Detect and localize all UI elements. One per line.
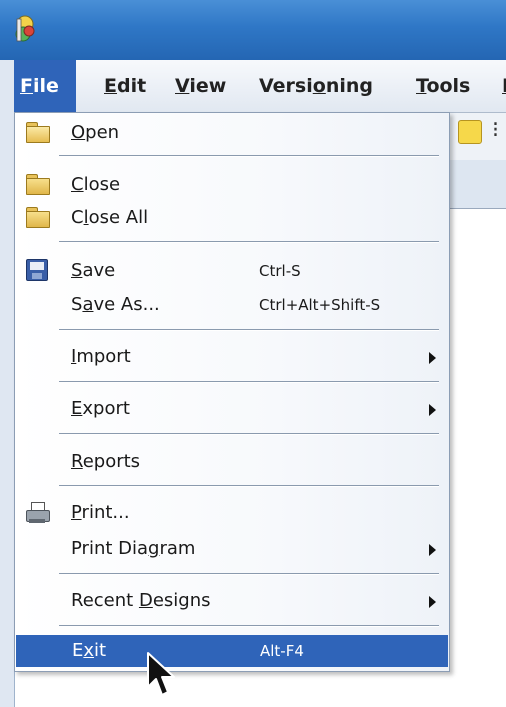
folder-icon: [25, 173, 51, 197]
printer-icon: [25, 501, 51, 525]
title-bar: [0, 0, 506, 60]
toolbar-separator-icon: ⁝: [492, 118, 499, 143]
menu-bar: File Edit View Versioning Tools H: [14, 60, 506, 113]
menu-edit[interactable]: Edit: [96, 60, 154, 112]
menu-item-save-as[interactable]: Save As... Ctrl+Alt+Shift-S: [15, 289, 449, 321]
submenu-arrow-icon: [429, 596, 436, 608]
folder-open-icon: [25, 121, 51, 145]
file-menu-dropdown: Open Close Close All Save Ctrl-S Save As…: [14, 112, 450, 672]
menu-item-save[interactable]: Save Ctrl-S: [15, 255, 449, 287]
menu-item-close[interactable]: Close: [15, 169, 449, 201]
app-icon[interactable]: [12, 15, 40, 45]
menu-file[interactable]: File: [14, 60, 76, 112]
submenu-arrow-icon: [429, 404, 436, 416]
window-left-edge: [0, 60, 15, 707]
menu-separator: [59, 381, 439, 383]
new-document-icon[interactable]: [458, 120, 482, 144]
menu-separator: [59, 433, 439, 435]
menu-view[interactable]: View: [167, 60, 234, 112]
menu-separator: [59, 573, 439, 575]
menu-item-import[interactable]: Import: [15, 341, 449, 373]
menu-item-print[interactable]: Print...: [15, 497, 449, 529]
submenu-arrow-icon: [429, 544, 436, 556]
menu-separator: [59, 625, 439, 627]
menu-help[interactable]: H: [494, 60, 506, 112]
menu-item-exit[interactable]: Exit Alt-F4: [16, 635, 448, 667]
menu-item-close-all[interactable]: Close All: [15, 202, 449, 234]
floppy-disk-icon: [25, 259, 51, 283]
menu-item-reports[interactable]: Reports: [15, 446, 449, 478]
shortcut-save: Ctrl-S: [259, 262, 301, 280]
shortcut-save-as: Ctrl+Alt+Shift-S: [259, 296, 381, 314]
menu-item-export[interactable]: Export: [15, 393, 449, 425]
menu-item-print-diagram[interactable]: Print Diagram: [15, 533, 449, 565]
menu-item-open[interactable]: Open: [15, 117, 449, 149]
shortcut-exit: Alt-F4: [260, 642, 304, 660]
menu-versioning[interactable]: Versioning: [251, 60, 381, 112]
menu-separator: [59, 241, 439, 243]
mouse-pointer-icon: [147, 652, 175, 696]
menu-separator: [59, 485, 439, 487]
menu-item-recent-designs[interactable]: Recent Designs: [15, 585, 449, 617]
menu-tools[interactable]: Tools: [408, 60, 478, 112]
menu-separator: [59, 155, 439, 157]
menu-separator: [59, 329, 439, 331]
submenu-arrow-icon: [429, 352, 436, 364]
folder-icon: [25, 206, 51, 230]
